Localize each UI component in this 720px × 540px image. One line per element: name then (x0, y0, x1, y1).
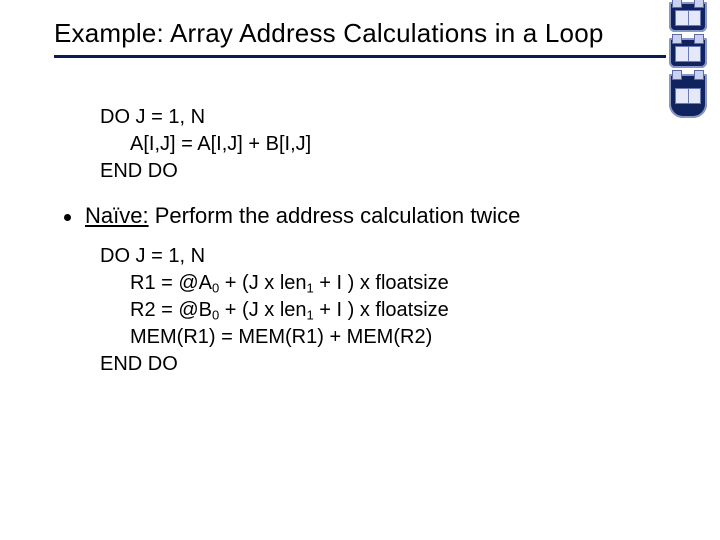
slide-body: DO J = 1, N A[I,J] = A[I,J] + B[I,J] END… (60, 104, 660, 396)
code-line: DO J = 1, N (100, 245, 205, 267)
code-block-original: DO J = 1, N A[I,J] = A[I,J] + B[I,J] END… (100, 104, 660, 185)
crest-icon (669, 74, 707, 118)
code-line: END DO (100, 160, 178, 182)
code-line: MEM(R1) = MEM(R1) + MEM(R2) (100, 324, 660, 351)
code-line: END DO (100, 353, 178, 375)
title-block: Example: Array Address Calculations in a… (54, 18, 666, 58)
code-line: A[I,J] = A[I,J] + B[I,J] (100, 131, 660, 158)
subscript: 1 (307, 307, 314, 322)
bullet-icon (64, 214, 71, 221)
code-line: DO J = 1, N (100, 106, 205, 128)
code-line: R1 = @A0 + (J x len1 + I ) x floatsize (100, 270, 660, 297)
code-block-naive: DO J = 1, N R1 = @A0 + (J x len1 + I ) x… (100, 243, 660, 378)
logo-stack (666, 2, 710, 118)
slide: Example: Array Address Calculations in a… (0, 0, 720, 540)
bullet-text: Naïve: Perform the address calculation t… (85, 203, 520, 229)
code-frag: + (J x len (219, 272, 306, 294)
slide-title: Example: Array Address Calculations in a… (54, 18, 666, 49)
crest-icon (669, 2, 707, 32)
subscript: 1 (307, 280, 314, 295)
title-underline (54, 55, 666, 58)
code-frag: R1 = @A (130, 272, 212, 294)
code-frag: + (J x len (219, 299, 306, 321)
bullet-lead: Naïve: (85, 203, 149, 228)
code-frag: R2 = @B (130, 299, 212, 321)
code-line: R2 = @B0 + (J x len1 + I ) x floatsize (100, 297, 660, 324)
crest-icon (669, 38, 707, 68)
bullet-item: Naïve: Perform the address calculation t… (60, 203, 660, 229)
bullet-rest: Perform the address calculation twice (149, 203, 521, 228)
code-frag: + I ) x floatsize (314, 299, 449, 321)
code-frag: + I ) x floatsize (314, 272, 449, 294)
